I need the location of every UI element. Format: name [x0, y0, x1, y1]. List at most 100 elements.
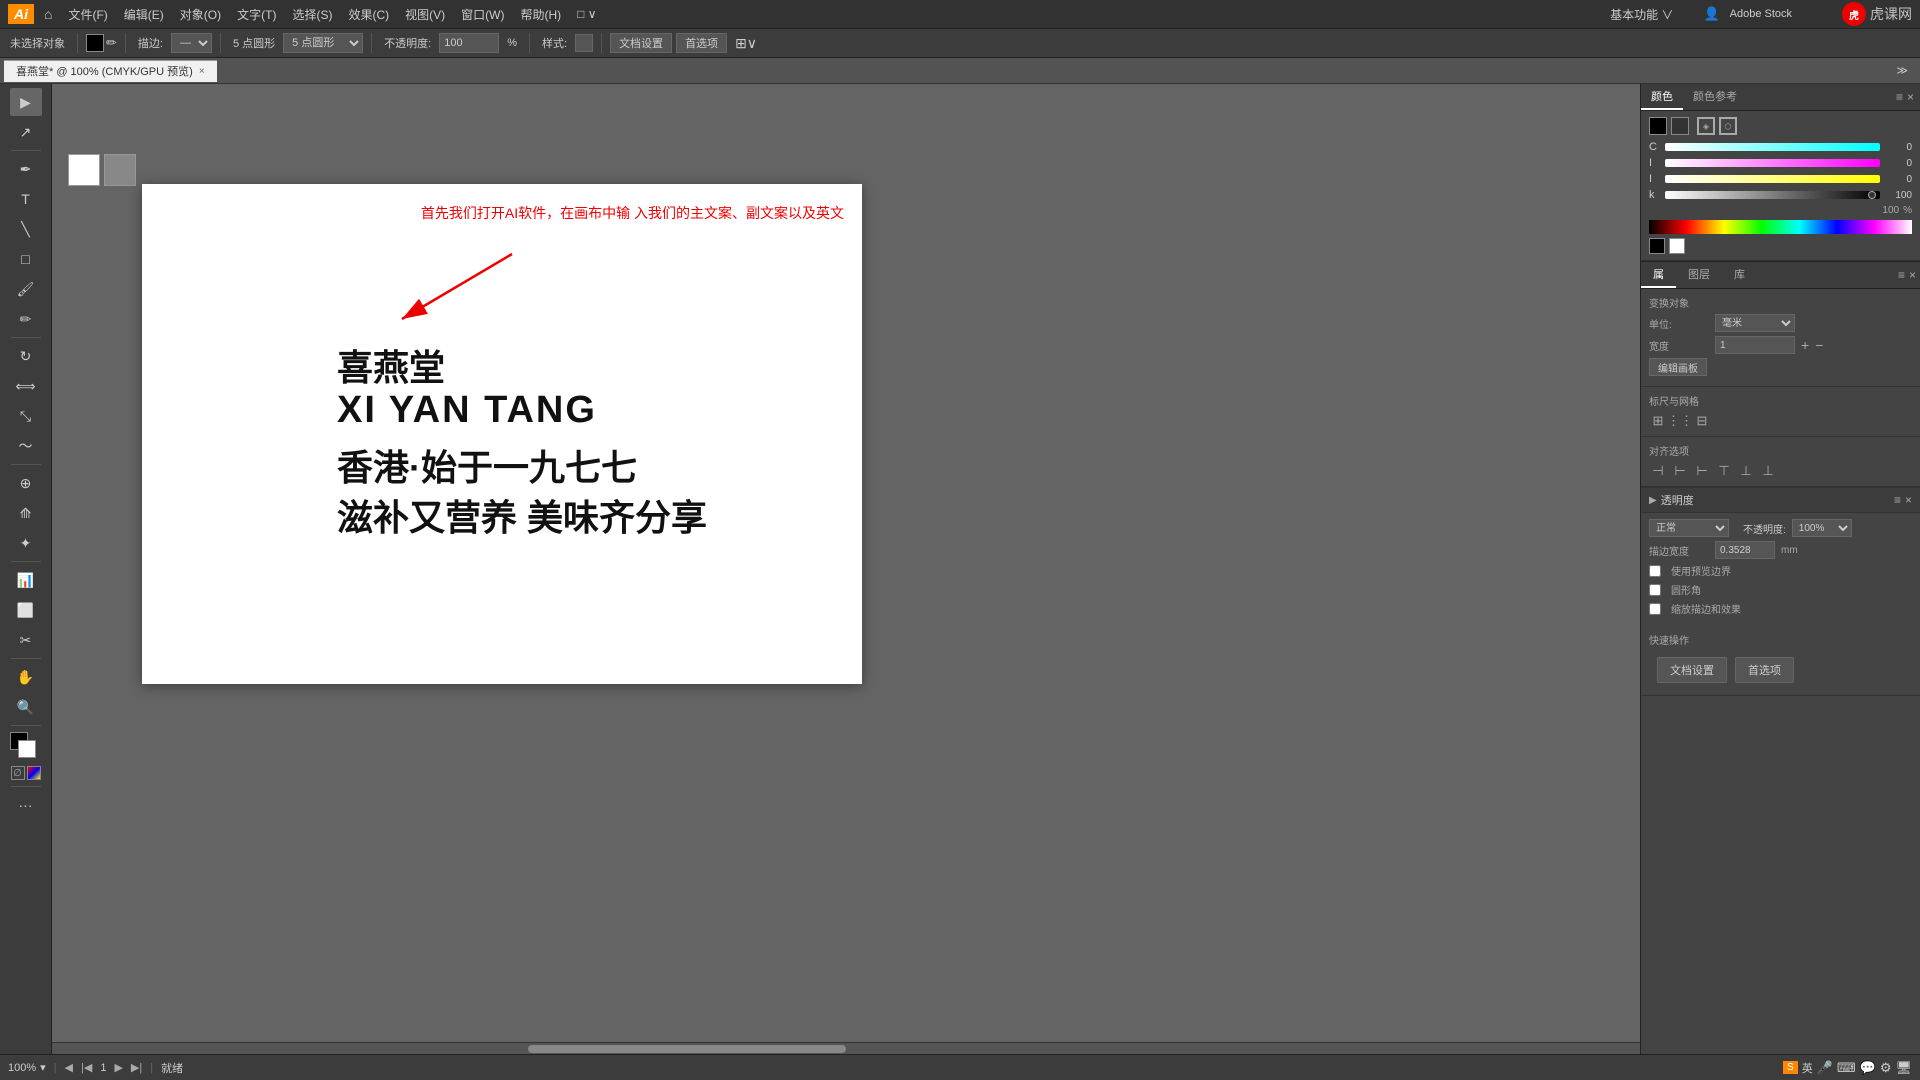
align-bottom-icon[interactable]: ⊥: [1759, 462, 1777, 480]
prop-close-icon[interactable]: ×: [1909, 268, 1916, 282]
decrement-btn[interactable]: −: [1815, 337, 1823, 353]
basic-func-label[interactable]: 基本功能 ∨: [1610, 6, 1673, 23]
c-slider[interactable]: [1665, 143, 1880, 151]
blend-tool[interactable]: ⟰: [10, 499, 42, 527]
color-fg-bg[interactable]: [10, 732, 42, 760]
home-icon[interactable]: ⌂: [44, 6, 52, 22]
selection-tool[interactable]: ▶: [10, 88, 42, 116]
transparency-close[interactable]: ×: [1905, 493, 1912, 507]
menu-effect[interactable]: 效果(C): [340, 2, 397, 27]
snap-icon[interactable]: ⊟: [1693, 412, 1711, 430]
cmyk-icon[interactable]: ⬡: [1719, 117, 1737, 135]
style-swatch[interactable]: [575, 34, 593, 52]
gradient-bar[interactable]: [1649, 220, 1912, 234]
prop-tab-library[interactable]: 库: [1722, 262, 1757, 288]
menu-view[interactable]: 视图(V): [397, 2, 453, 27]
symbol-spray-tool[interactable]: ✦: [10, 529, 42, 557]
menu-window[interactable]: 窗口(W): [453, 2, 512, 27]
panel-toggle[interactable]: ≫: [1888, 64, 1916, 77]
edit-artboard-btn[interactable]: 编辑画板: [1649, 358, 1707, 376]
zoom-control[interactable]: 100% ▾: [8, 1061, 46, 1074]
quick-doc-setup-btn[interactable]: 文档设置: [1657, 657, 1727, 683]
menu-file[interactable]: 文件(F): [60, 2, 115, 27]
blend-mode-select[interactable]: 正常: [1649, 519, 1729, 537]
stroke-width-input[interactable]: [1715, 541, 1775, 559]
page-last-btn[interactable]: ▶|: [131, 1061, 142, 1074]
gradient-swatch[interactable]: [27, 766, 41, 780]
spectrum-icon[interactable]: ◈: [1697, 117, 1715, 135]
lang-icon[interactable]: 英: [1802, 1060, 1813, 1076]
stroke-icon[interactable]: ✏: [106, 35, 117, 51]
zoom-tool[interactable]: 🔍: [10, 693, 42, 721]
bg-color-swatch[interactable]: [1671, 117, 1689, 135]
bg-color[interactable]: [18, 740, 36, 758]
menu-object[interactable]: 对象(O): [172, 2, 229, 27]
black-swatch[interactable]: [1649, 238, 1665, 254]
canvas-swatch-gray[interactable]: [104, 154, 136, 186]
prop-tab-layers[interactable]: 图层: [1676, 262, 1722, 288]
page-prev-btn[interactable]: ◀: [65, 1061, 73, 1074]
quick-prefs-btn[interactable]: 首选项: [1735, 657, 1794, 683]
width-input[interactable]: [1715, 336, 1795, 354]
canvas-swatch-white[interactable]: [68, 154, 100, 186]
keyboard-icon[interactable]: ⌨: [1837, 1060, 1856, 1076]
increment-btn[interactable]: +: [1801, 337, 1809, 353]
ruler-icon[interactable]: ⊞: [1649, 412, 1667, 430]
points-select[interactable]: 5 点圆形: [283, 33, 363, 53]
doc-setup-btn[interactable]: 文档设置: [610, 33, 672, 53]
adobe-stock-label[interactable]: Adobe Stock: [1730, 8, 1792, 20]
prop-menu-icon[interactable]: ≡: [1898, 268, 1905, 282]
document-tab[interactable]: 喜燕堂* @ 100% (CMYK/GPU 预览) ×: [4, 60, 217, 82]
prefs-btn[interactable]: 首选项: [676, 33, 727, 53]
align-left-icon[interactable]: ⊣: [1649, 462, 1667, 480]
mic-icon[interactable]: 🎤: [1817, 1060, 1833, 1076]
use-preview-checkbox[interactable]: [1649, 565, 1661, 577]
pencil-tool[interactable]: ✏: [10, 305, 42, 333]
settings-icon[interactable]: ⚙: [1880, 1060, 1892, 1076]
transparency-menu[interactable]: ≡: [1894, 493, 1901, 507]
grid-icon[interactable]: ⋮⋮: [1671, 412, 1689, 430]
white-swatch[interactable]: [1669, 238, 1685, 254]
text-tool[interactable]: T: [10, 185, 42, 213]
page-first-btn[interactable]: |◀: [81, 1061, 92, 1074]
scale-tool[interactable]: ⤡: [10, 402, 42, 430]
prop-tab-properties[interactable]: 属: [1641, 262, 1676, 288]
artboard-tool[interactable]: ⬜: [10, 596, 42, 624]
direct-selection-tool[interactable]: ↗: [10, 118, 42, 146]
line-tool[interactable]: ╲: [10, 215, 42, 243]
y-slider[interactable]: [1665, 175, 1880, 183]
warp-tool[interactable]: 〜: [10, 432, 42, 460]
h-scrollbar[interactable]: [52, 1042, 1640, 1054]
chat-icon[interactable]: 💬: [1860, 1060, 1876, 1076]
menu-select[interactable]: 选择(S): [284, 2, 340, 27]
hand-tool[interactable]: ✋: [10, 663, 42, 691]
reflect-tool[interactable]: ⟺: [10, 372, 42, 400]
fill-swatch[interactable]: [86, 34, 104, 52]
rotate-tool[interactable]: ↻: [10, 342, 42, 370]
user-icon[interactable]: 👤: [1703, 6, 1719, 22]
pen-tool[interactable]: ✒: [10, 155, 42, 183]
none-swatch[interactable]: ∅: [11, 766, 25, 780]
color-reference-tab[interactable]: 颜色参考: [1683, 84, 1747, 110]
arrange-icon[interactable]: ⊞∨: [735, 35, 757, 52]
sougou-icon[interactable]: S: [1783, 1061, 1798, 1074]
menu-text[interactable]: 文字(T): [229, 2, 284, 27]
unit-select[interactable]: 毫米: [1715, 314, 1795, 332]
canvas-area[interactable]: 首先我们打开AI软件，在画布中输 入我们的主文案、副文案以及英文 喜燕堂 XI …: [52, 84, 1640, 1054]
menu-help[interactable]: 帮助(H): [512, 2, 569, 27]
chart-tool[interactable]: 📊: [10, 566, 42, 594]
align-right-icon[interactable]: ⊢: [1693, 462, 1711, 480]
rect-tool[interactable]: □: [10, 245, 42, 273]
monitor-icon[interactable]: 🖥: [1895, 1060, 1912, 1076]
color-tab[interactable]: 颜色: [1641, 84, 1683, 110]
paintbrush-tool[interactable]: 🖌: [10, 275, 42, 303]
opacity-select[interactable]: 100%: [1792, 519, 1852, 537]
round-corners-checkbox[interactable]: [1649, 584, 1661, 596]
scale-stroke-checkbox[interactable]: [1649, 603, 1661, 615]
tab-close-btn[interactable]: ×: [199, 66, 205, 77]
more-tools[interactable]: ···: [10, 791, 42, 819]
opacity-input[interactable]: [439, 33, 499, 53]
stroke-select[interactable]: —: [171, 33, 212, 53]
fg-color-swatch[interactable]: [1649, 117, 1667, 135]
m-slider[interactable]: [1665, 159, 1880, 167]
